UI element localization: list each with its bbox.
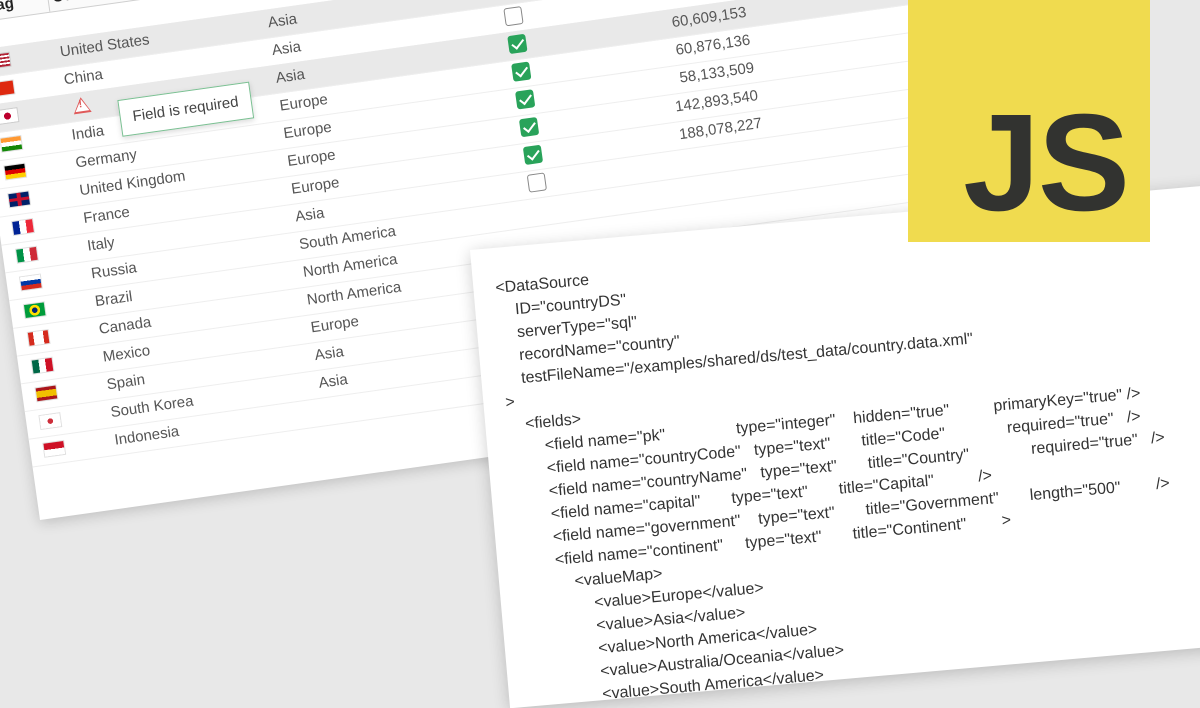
checkbox-checked[interactable] bbox=[515, 89, 536, 110]
flag-cn-icon bbox=[0, 80, 15, 97]
flag-it-icon bbox=[16, 246, 38, 263]
checkbox-unchecked[interactable] bbox=[503, 6, 524, 27]
flag-mx-icon bbox=[31, 357, 54, 374]
js-logo-text: JS bbox=[963, 86, 1130, 240]
flag-gb-icon bbox=[8, 191, 30, 208]
checkbox-unchecked[interactable] bbox=[526, 172, 548, 193]
code-line: > bbox=[504, 393, 516, 412]
checkbox-checked[interactable] bbox=[518, 116, 540, 138]
flag-fr-icon bbox=[12, 219, 34, 235]
flag-us-icon bbox=[0, 52, 11, 69]
flag-id-icon bbox=[43, 440, 66, 457]
checkbox-checked[interactable] bbox=[511, 61, 532, 82]
flag-ca-icon bbox=[27, 330, 50, 346]
flag-es-icon bbox=[35, 385, 58, 402]
code-panel: <DataSource ID="countryDS" serverType="s… bbox=[470, 182, 1200, 708]
checkbox-checked[interactable] bbox=[507, 33, 528, 55]
flag-de-icon bbox=[4, 163, 27, 180]
flag-br-icon bbox=[23, 302, 46, 319]
js-logo: JS bbox=[908, 0, 1150, 242]
checkbox-checked[interactable] bbox=[522, 144, 544, 166]
flag-kr-icon bbox=[39, 413, 62, 429]
flag-ru-icon bbox=[20, 274, 42, 291]
flag-jp-icon bbox=[0, 108, 19, 124]
flag-in-icon bbox=[0, 135, 23, 152]
